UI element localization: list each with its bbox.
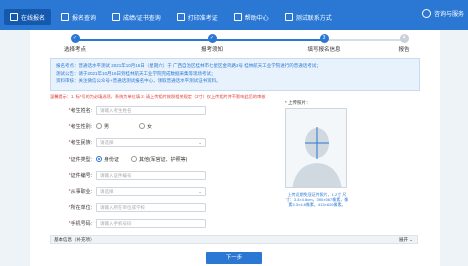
- required-tip: 温馨提示：1. 标*号的为必填选项，系统为单位填 2. 请上传相片按照相关规定（…: [50, 94, 266, 99]
- name-input[interactable]: 请输入考生姓名: [96, 105, 206, 115]
- nav-item-print-ticket[interactable]: 打印准考证: [171, 9, 224, 25]
- field-label: *考生民族:: [68, 139, 92, 146]
- form-row-name: *考生姓名: 请输入考生姓名: [50, 105, 206, 115]
- consult-service-link[interactable]: 咨询与服务: [421, 9, 464, 18]
- notice-line: 资料审核：关注微信公众号+普通话测试报名中心，领取普通话水平测试证书资料。: [56, 78, 221, 83]
- phone-input[interactable]: 请输入手机号码: [96, 218, 206, 228]
- occupation-select[interactable]: 请选择 ⌄: [96, 186, 206, 196]
- nav-item-signup-query[interactable]: 报名查询: [55, 9, 102, 25]
- field-label: *证件编号:: [68, 172, 92, 179]
- form-row-school: *所在单位: 请输入所在单位或学校: [50, 202, 206, 212]
- nav-item-label: 测试联系方式: [295, 15, 332, 22]
- form-row-phone: *手机号码: 请输入手机号码: [50, 218, 206, 228]
- section-label: 基本信息（补充项）: [54, 237, 95, 242]
- nav-item-label: 报名查询: [72, 15, 97, 22]
- chat-icon: [421, 9, 431, 18]
- nav-item-label: 帮助中心: [244, 15, 269, 22]
- id-type-idcard-radio[interactable]: 身份证: [96, 156, 119, 163]
- step-label: 报告: [398, 47, 410, 53]
- field-label: *考生性别:: [68, 123, 92, 130]
- step-4: 4 报告: [364, 34, 444, 53]
- photo-upload-area: * 上传照片： 上传近期免冠证件照片，1.2寸 尺寸：3.3×4.8cm，390…: [285, 100, 360, 236]
- step-2: ✓ 报考须知: [172, 34, 252, 53]
- certificate-icon: [112, 13, 121, 21]
- search-icon: [61, 13, 70, 21]
- radio-label: 男: [104, 123, 110, 130]
- field-label: *手机号码:: [68, 220, 92, 227]
- step-label: 填写报名信息: [307, 47, 341, 53]
- progress-steps: ✓ 选择考点 ✓ 报考须知 3 填写报名信息 4 报告: [30, 32, 440, 54]
- step-label: 报考须知: [200, 47, 223, 53]
- photo-upload-title: * 上传照片：: [285, 100, 311, 105]
- form-row-occupation: *从事职业: 请选择 ⌄: [50, 186, 206, 196]
- field-label: *考生姓名:: [68, 107, 92, 114]
- photo-upload-frame[interactable]: [285, 108, 347, 188]
- step-number: 4: [399, 34, 409, 43]
- nav-item-online-signup[interactable]: 在线报名: [4, 9, 52, 25]
- top-nav-bar: 在线报名 报名查询 成绩/证书查询 打印准考证 帮助中心 测试联系方式 咨询与服…: [0, 0, 468, 30]
- step-check-icon: ✓: [207, 34, 217, 43]
- id-type-other-radio[interactable]: 其他(军官证、护照等): [131, 156, 187, 163]
- nav-item-help-center[interactable]: 帮助中心: [228, 9, 275, 25]
- optional-info-section[interactable]: 基本信息（补充项） 展开 ⌄: [50, 235, 418, 244]
- id-number-input[interactable]: 请输入证件编号: [96, 170, 206, 180]
- form-row-id-type: *证件类型: 身份证 其他(军官证、护照等): [50, 154, 199, 164]
- contact-icon: [284, 13, 293, 21]
- avatar-silhouette-icon: [292, 127, 342, 187]
- radio-label: 女: [147, 123, 153, 130]
- step-3: 3 填写报名信息: [284, 34, 364, 53]
- nav-item-label: 成绩/证书查询: [123, 15, 161, 22]
- form-row-ethnicity: *考生民族: 请选择 ⌄: [50, 137, 206, 147]
- radio-circle-icon: [131, 156, 138, 162]
- school-input[interactable]: 请输入所在单位或学校: [96, 202, 206, 212]
- gender-male-radio[interactable]: 男: [96, 123, 109, 130]
- edit-icon: [10, 13, 18, 21]
- select-placeholder: 请选择: [100, 188, 114, 194]
- nav-item-label: 打印准考证: [187, 15, 218, 22]
- next-button[interactable]: 下一步: [206, 252, 262, 264]
- radio-circle-icon: [139, 123, 146, 129]
- form-row-id-number: *证件编号: 请输入证件编号: [50, 170, 206, 180]
- chevron-down-icon: ⌄: [198, 139, 202, 145]
- signup-card: ✓ 选择考点 ✓ 报考须知 3 填写报名信息 4 报告 报名考点：普通话水平测试…: [30, 30, 440, 266]
- nav-item-contact[interactable]: 测试联系方式: [279, 9, 338, 25]
- step-label: 选择考点: [63, 47, 86, 53]
- notice-line: 测试公告：请于2021年10月16日到桂林航天工业学院完成数据采集等现场考试；: [56, 70, 216, 76]
- exam-notice-box: 报名考点：普通话水平测试 2021年10月16日（星期六）于 广西自治区桂林市七…: [50, 58, 420, 91]
- nav-item-label: 在线报名: [21, 15, 46, 22]
- notice-line: 报名考点：普通话水平测试 2021年10月16日（星期六）于 广西自治区桂林市七…: [56, 63, 321, 68]
- radio-label: 其他(军官证、护照等): [139, 156, 188, 163]
- field-label: *从事职业:: [68, 188, 92, 195]
- consult-label: 咨询与服务: [433, 12, 464, 18]
- field-label: *证件类型:: [68, 156, 92, 163]
- field-label: *所在单位:: [68, 204, 92, 211]
- chevron-down-icon: ⌄: [198, 188, 202, 194]
- help-icon: [233, 13, 242, 21]
- radio-checked-icon: [96, 156, 102, 162]
- form-row-gender: *考生性别: 男 女: [50, 121, 164, 131]
- expand-toggle[interactable]: 展开 ⌄: [399, 236, 413, 243]
- nav-item-score-query[interactable]: 成绩/证书查询: [106, 9, 167, 25]
- main-nav: 在线报名 报名查询 成绩/证书查询 打印准考证 帮助中心 测试联系方式: [0, 8, 338, 26]
- gender-female-radio[interactable]: 女: [139, 123, 152, 130]
- step-number: 3: [319, 34, 329, 43]
- ethnicity-select[interactable]: 请选择 ⌄: [96, 137, 206, 147]
- radio-circle-icon: [96, 123, 102, 129]
- step-check-icon: ✓: [70, 34, 80, 43]
- radio-label: 身份证: [104, 156, 120, 163]
- printer-icon: [176, 13, 185, 21]
- step-1: ✓ 选择考点: [35, 34, 115, 53]
- photo-upload-hint: 上传近期免冠证件照片，1.2寸 尺寸：3.3×4.8cm，390×567像素，像…: [285, 192, 349, 208]
- select-placeholder: 请选择: [100, 139, 114, 145]
